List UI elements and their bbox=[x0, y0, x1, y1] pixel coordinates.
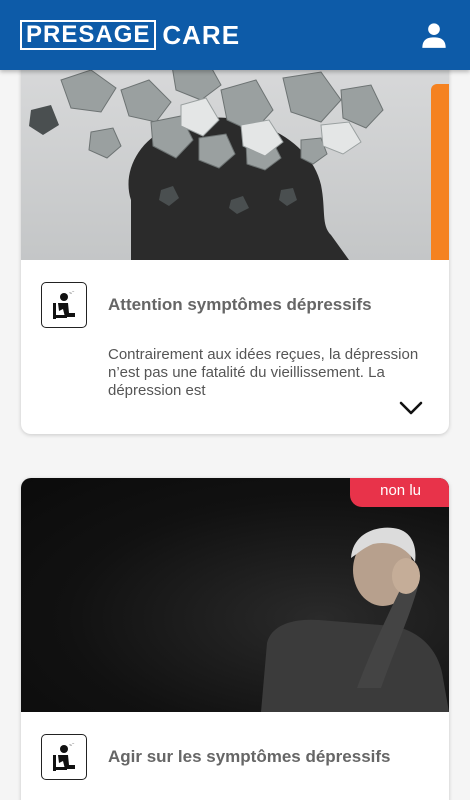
article-title: Agir sur les symptômes dépressifs bbox=[108, 747, 391, 766]
logo-care: CARE bbox=[162, 19, 241, 50]
article-image bbox=[21, 70, 449, 260]
logo-presage: PRESAGE bbox=[20, 20, 157, 50]
article-card[interactable]: ~ ~ Attention symptômes dépressifs Contr… bbox=[21, 70, 449, 434]
article-excerpt: Contrairement aux idées reçues, la dépre… bbox=[108, 346, 419, 399]
unread-badge: non lu bbox=[350, 478, 449, 507]
article-card[interactable]: non lu ~ ~ Agir sur les symptômes dépres… bbox=[21, 478, 449, 800]
chevron-down-icon[interactable] bbox=[399, 400, 423, 416]
user-icon[interactable] bbox=[420, 21, 448, 49]
article-feed[interactable]: ~ ~ Attention symptômes dépressifs Contr… bbox=[0, 70, 470, 800]
depressed-person-icon: ~ ~ bbox=[41, 282, 87, 328]
accent-strip bbox=[431, 84, 449, 260]
depressed-person-icon: ~ ~ bbox=[41, 734, 87, 780]
article-image: non lu bbox=[21, 478, 449, 712]
elderly-man-photo bbox=[261, 527, 449, 712]
app-logo: PRESAGE CARE bbox=[20, 20, 240, 51]
app-header: PRESAGE CARE bbox=[0, 0, 470, 70]
svg-text:~: ~ bbox=[72, 741, 75, 746]
svg-text:~: ~ bbox=[72, 289, 75, 294]
article-title: Attention symptômes dépressifs bbox=[108, 295, 372, 314]
crumpled-paper-illustration bbox=[29, 70, 384, 260]
